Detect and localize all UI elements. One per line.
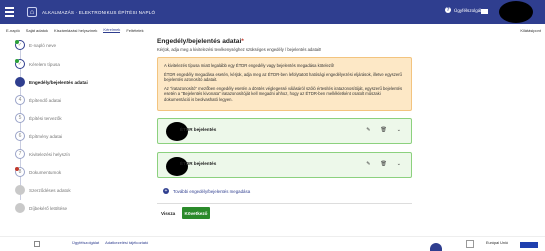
- main-content: Engedély/bejelentés adatai* Kérjük, adja…: [157, 38, 412, 219]
- step-label: Dokumentumok: [29, 169, 62, 175]
- step-number-icon: 6: [15, 131, 25, 141]
- step-label: Díjbekérő letöltése: [29, 205, 68, 211]
- step-4[interactable]: 4 Építendő adatai: [15, 95, 61, 105]
- step-5[interactable]: 5 Építési tervezők: [15, 113, 62, 123]
- menu-icon[interactable]: [5, 5, 19, 19]
- main-nav: E-napló Saját adatok Kiszámlázási helysz…: [0, 26, 545, 34]
- step-1[interactable]: ✓ E-napló neve: [15, 40, 56, 50]
- step-6[interactable]: 6 Építmény adatai: [15, 131, 62, 141]
- step-9: Szerződéses adatok: [15, 185, 71, 195]
- divider: [157, 203, 412, 204]
- step-label: Szerződéses adatok: [29, 187, 71, 193]
- app-title: ALKALMAZÁS · ELEKTRONIKUS ÉPÍTÉSI NAPLÓ: [42, 9, 156, 15]
- edit-icon[interactable]: ✎: [366, 161, 370, 167]
- eu-flag-icon: [520, 242, 538, 248]
- page-subtitle: Kérjük, adja meg a kivitelezési tevékeny…: [157, 47, 322, 52]
- step-label: Engedély/bejelentés adatai: [29, 79, 88, 85]
- mail-icon[interactable]: [481, 9, 488, 14]
- permit-card-label: ÉTDR bejelentés: [180, 161, 217, 166]
- footer: Ügyfélszolgálat Adatkezelési tájékoztató…: [0, 236, 545, 251]
- delete-icon[interactable]: 🗑: [380, 161, 386, 167]
- step-label: E-napló neve: [29, 42, 57, 48]
- step-8[interactable]: 8 Dokumentumok: [15, 167, 61, 177]
- step-10: Díjbekérő letöltése: [15, 203, 67, 213]
- permit-card[interactable]: ÉTDR bejelentés ✎ 🗑 ⌄: [157, 118, 412, 144]
- page-title: Engedély/bejelentés adatai*: [157, 38, 412, 45]
- eu-label: Európai Unió: [486, 241, 508, 245]
- footer-link-privacy[interactable]: Adatkezelési tájékoztató: [105, 240, 148, 245]
- step-done-icon: ✓: [15, 59, 25, 69]
- chevron-down-icon[interactable]: ⌄: [397, 161, 401, 167]
- step-number-icon: 7: [15, 149, 25, 159]
- nav-item-sajat-adatok[interactable]: Saját adatok: [26, 28, 48, 33]
- nav-item-helyszinek[interactable]: Kiszámlázási helyszínek: [54, 28, 97, 33]
- page-title-text: Engedély/bejelentés adatai: [157, 38, 242, 45]
- step-label: Kivitelezési helyszín: [29, 151, 71, 157]
- step-label: Építendő adatai: [29, 97, 62, 103]
- add-permit-link[interactable]: + További engedély/bejelentés megadása: [163, 188, 250, 194]
- back-button[interactable]: Vissza: [161, 211, 175, 216]
- step-number-icon: 4: [15, 95, 25, 105]
- partner-logo: [430, 243, 442, 251]
- delete-icon[interactable]: 🗑: [380, 127, 386, 133]
- step-7[interactable]: 7 Kivitelezési helyszín: [15, 149, 70, 159]
- step-label: Építmény adatai: [29, 133, 63, 139]
- crest-icon: [466, 240, 474, 248]
- step-label: Építési tervezők: [29, 115, 62, 121]
- warning-text-1: A kivitelezés típusa miatt legalább egy …: [164, 63, 335, 68]
- redacted-area: [166, 157, 188, 176]
- chevron-down-icon[interactable]: ⌄: [397, 127, 401, 133]
- step-3[interactable]: Engedély/bejelentés adatai: [15, 77, 88, 87]
- footer-icon: [34, 241, 40, 247]
- edit-icon[interactable]: ✎: [366, 127, 370, 133]
- nav-item-right[interactable]: Kilátásipont: [520, 28, 541, 33]
- required-mark: *: [241, 38, 244, 45]
- permit-card[interactable]: ÉTDR bejelentés ✎ 🗑 ⌄: [157, 152, 412, 178]
- step-connector: [20, 50, 21, 200]
- step-done-icon: ✓: [15, 40, 25, 50]
- warning-text-3: Az "iratazonosító" mezőben engedély eset…: [164, 85, 403, 102]
- step-label: Kérelem típusa: [29, 61, 60, 67]
- help-link[interactable]: ? Ügyfélszolgálat: [445, 7, 485, 13]
- plus-icon: +: [163, 188, 169, 194]
- nav-item-kerelmek[interactable]: Kérelmek: [103, 27, 121, 33]
- step-2[interactable]: ✓ Kérelem típusa: [15, 59, 60, 69]
- app-logo-icon: ⌂: [27, 7, 37, 17]
- next-button[interactable]: Következő: [182, 207, 210, 219]
- nav-item-feltetelek[interactable]: Feltételek: [126, 28, 143, 33]
- step-disabled-icon: [15, 203, 25, 213]
- permit-card-label: ÉTDR bejelentés: [180, 127, 217, 132]
- nav-item-enaplo[interactable]: E-napló: [6, 28, 20, 33]
- step-error-icon: 8: [15, 167, 25, 177]
- step-number-icon: 5: [15, 113, 25, 123]
- avatar[interactable]: [499, 1, 533, 23]
- warning-text-2: ÉTDR engedély megadása esetén, kérjük, a…: [164, 71, 402, 83]
- add-permit-label: További engedély/bejelentés megadása: [173, 188, 251, 194]
- step-disabled-icon: [15, 185, 25, 195]
- step-current-icon: [15, 77, 25, 87]
- top-bar: ⌂ ALKALMAZÁS · ELEKTRONIKUS ÉPÍTÉSI NAPL…: [0, 0, 545, 24]
- footer-link-support[interactable]: Ügyfélszolgálat: [72, 240, 99, 245]
- help-icon: ?: [445, 7, 451, 13]
- warning-box: A kivitelezés típusa miatt legalább egy …: [157, 57, 412, 111]
